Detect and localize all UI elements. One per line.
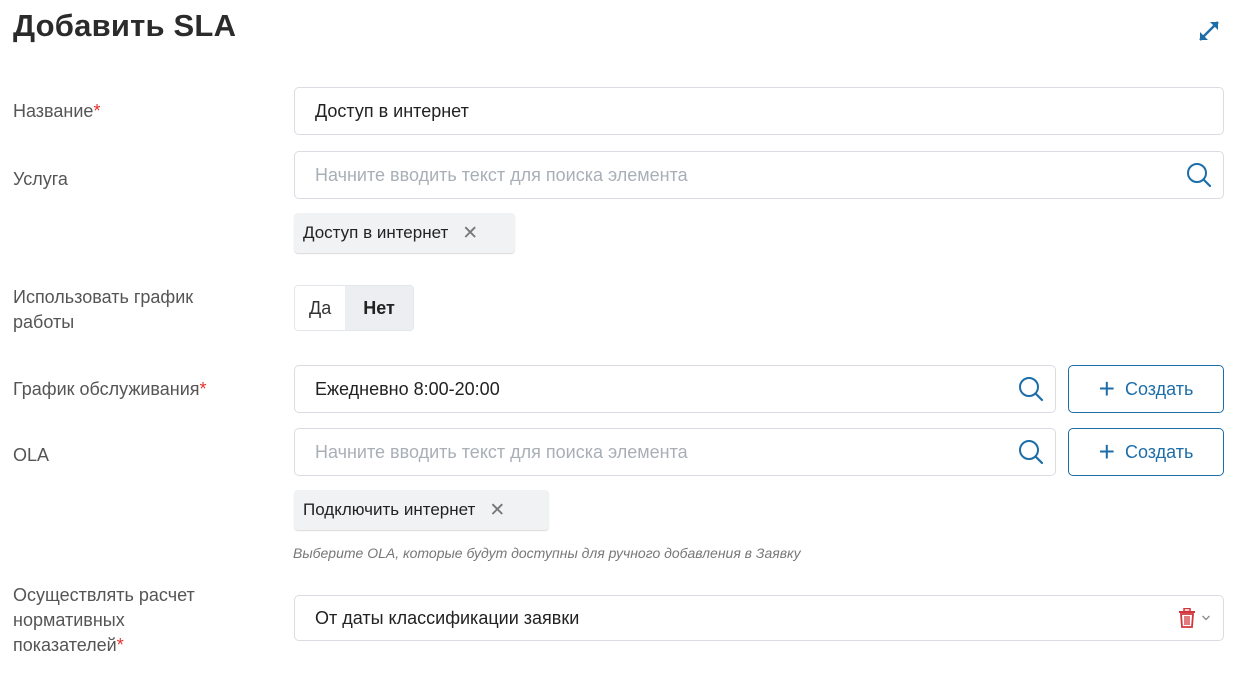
use-schedule-toggle[interactable]: Да Нет [294,285,414,331]
ola-chip-label: Подключить интернет [303,500,476,519]
required-mark: * [116,635,124,655]
service-chip: Доступ в интернет ✕ [294,213,515,253]
toggle-option-no[interactable]: Нет [345,286,413,330]
create-schedule-button[interactable]: + Создать [1068,365,1224,413]
search-icon[interactable] [1017,375,1045,403]
create-ola-button[interactable]: + Создать [1068,428,1224,476]
trash-icon[interactable] [1178,608,1196,628]
calculation-label: Осуществлять расчет нормативных показате… [13,585,195,655]
required-mark: * [93,101,101,121]
service-label: Услуга [13,169,68,189]
name-field[interactable] [294,87,1224,135]
calculation-select-value: От даты классификации заявки [315,607,580,628]
dialog-title: Добавить SLA [13,8,237,43]
ola-label: OLA [13,445,50,465]
ola-search-input[interactable] [295,429,1017,475]
search-icon[interactable] [1017,438,1045,466]
service-search-input[interactable] [295,152,1185,198]
plus-icon: + [1098,373,1115,404]
service-search-field[interactable] [294,151,1224,199]
calculation-select[interactable]: От даты классификации заявки [294,595,1224,641]
ola-hint: Выберите OLA, которые будут доступны для… [293,545,801,561]
service-schedule-input[interactable] [295,366,1017,412]
service-schedule-label: График обслуживания* [13,379,207,399]
service-schedule-field[interactable] [294,365,1056,413]
search-icon[interactable] [1185,161,1213,189]
ola-search-field[interactable] [294,428,1056,476]
name-label: Название* [13,101,101,121]
required-mark: * [199,379,207,399]
use-schedule-label: Использовать график работы [13,287,194,332]
name-input[interactable] [295,88,1223,134]
remove-chip-icon[interactable]: ✕ [489,501,505,520]
plus-icon: + [1098,436,1115,467]
service-chip-label: Доступ в интернет [303,223,449,242]
remove-chip-icon[interactable]: ✕ [462,224,478,243]
expand-icon[interactable] [1196,18,1222,44]
ola-chip: Подключить интернет ✕ [294,490,549,530]
chevron-down-icon[interactable] [1201,613,1211,623]
toggle-option-yes[interactable]: Да [295,286,345,330]
